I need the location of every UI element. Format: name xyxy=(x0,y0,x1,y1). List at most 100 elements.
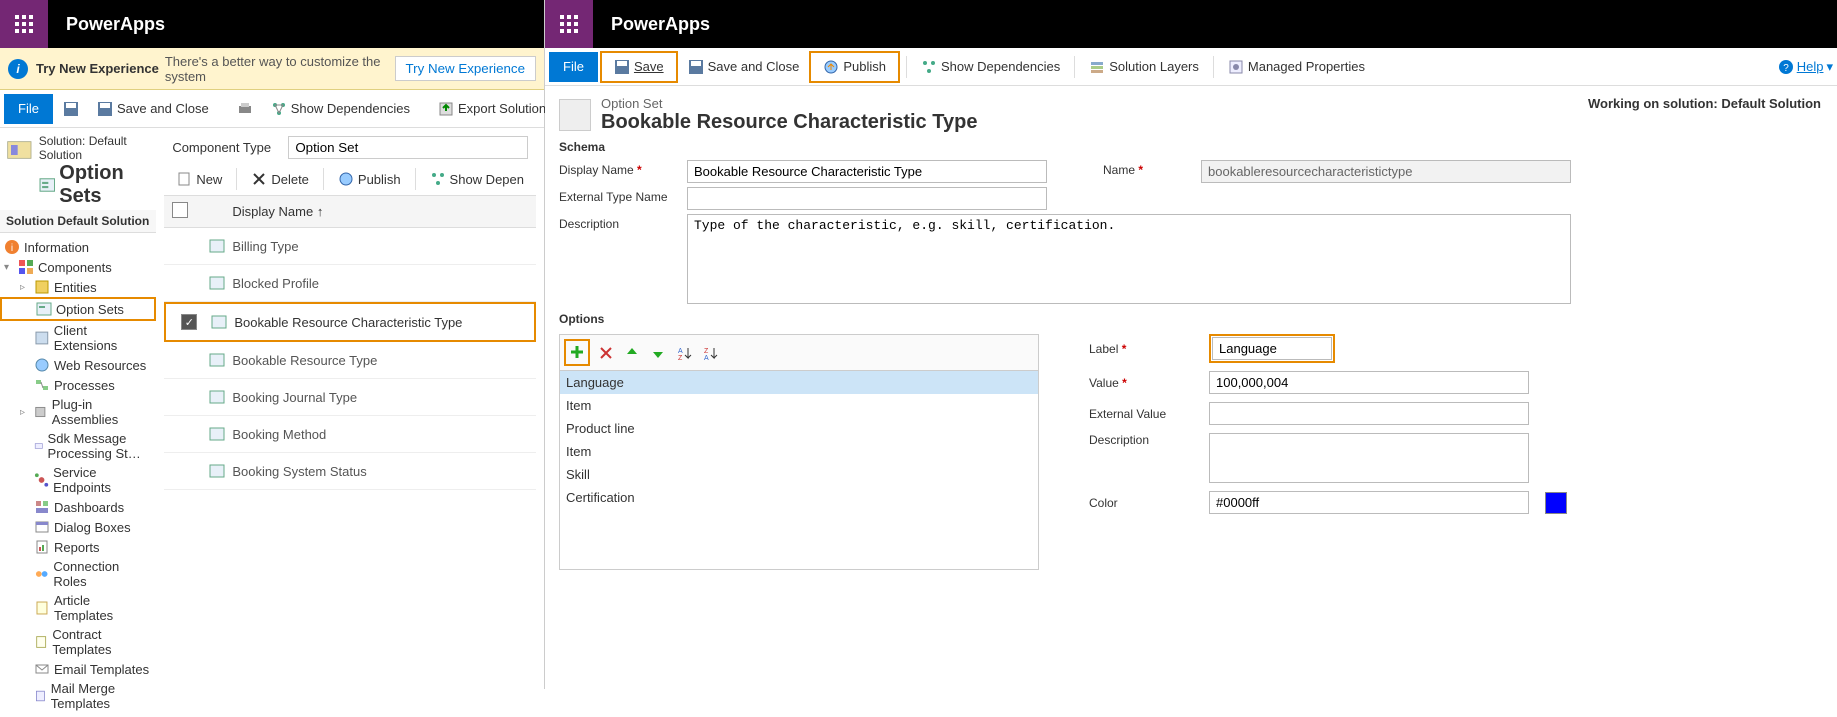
tree-service-endpoints[interactable]: Service Endpoints xyxy=(0,463,156,497)
option-row[interactable]: Certification xyxy=(560,486,1038,509)
sort-desc-button[interactable]: ZA xyxy=(700,343,720,363)
tree-entities[interactable]: ▹Entities xyxy=(0,277,156,297)
save-and-close-button[interactable]: Save and Close xyxy=(89,97,217,121)
option-row[interactable]: Language xyxy=(560,371,1038,394)
option-description-label: Description xyxy=(1089,433,1199,447)
color-swatch[interactable] xyxy=(1545,492,1567,514)
app-launcher-icon[interactable] xyxy=(545,0,593,48)
export-solution-button[interactable]: Export Solution xyxy=(430,97,554,121)
tree-email-templates[interactable]: Email Templates xyxy=(0,659,156,679)
save-close-label: Save and Close xyxy=(117,101,209,116)
options-toolbar: AZ ZA xyxy=(559,334,1039,370)
schema-form: Display Name * Name * External Type Name… xyxy=(559,154,1823,304)
solution-layers-button[interactable]: Solution Layers xyxy=(1081,55,1207,79)
sort-asc-button[interactable]: AZ xyxy=(674,343,694,363)
option-set-big-icon xyxy=(559,99,591,131)
display-name-input[interactable] xyxy=(687,160,1047,183)
option-row[interactable]: Skill xyxy=(560,463,1038,486)
tree-plugin-assemblies[interactable]: ▹Plug-in Assemblies xyxy=(0,395,156,429)
row-checkbox[interactable]: ✓ xyxy=(181,314,197,330)
option-value-input[interactable] xyxy=(1209,371,1529,394)
brand-label: PowerApps xyxy=(611,14,710,35)
options-list: Language Item Product line Item Skill Ce… xyxy=(559,370,1039,570)
file-button[interactable]: File xyxy=(549,52,598,82)
file-button[interactable]: File xyxy=(4,94,53,124)
publish-button[interactable]: Publish xyxy=(330,167,409,191)
grid-row[interactable]: Booking Journal Type xyxy=(164,379,536,416)
banner-title: Try New Experience xyxy=(36,61,159,76)
option-color-input[interactable] xyxy=(1209,491,1529,514)
component-type-label: Component Type xyxy=(172,140,282,155)
working-on-label: Working on solution: Default Solution xyxy=(1588,96,1821,111)
brand-label: PowerApps xyxy=(66,14,165,35)
grid-row-selected[interactable]: ✓Bookable Resource Characteristic Type xyxy=(164,302,536,342)
delete-option-button[interactable] xyxy=(596,343,616,363)
grid-toolbar: New Delete Publish Show Depen xyxy=(164,163,536,196)
tree-contract-templates[interactable]: Contract Templates xyxy=(0,625,156,659)
new-button[interactable]: New xyxy=(168,167,230,191)
save-icon-button[interactable] xyxy=(55,97,87,121)
grid-row[interactable]: Booking Method xyxy=(164,416,536,453)
option-row[interactable]: Item xyxy=(560,394,1038,417)
left-content: Solution: Default Solution Option Sets S… xyxy=(0,128,544,717)
svg-text:Z: Z xyxy=(678,355,683,361)
grid-row[interactable]: Billing Type xyxy=(164,228,536,265)
name-input xyxy=(1201,160,1571,183)
show-dependencies-button-grid[interactable]: Show Depen xyxy=(422,167,532,191)
solution-explorer: Solution: Default Solution Option Sets S… xyxy=(0,128,156,717)
move-up-button[interactable] xyxy=(622,343,642,363)
external-type-name-input[interactable] xyxy=(687,187,1047,210)
print-icon-button[interactable] xyxy=(229,97,261,121)
try-new-experience-button[interactable]: Try New Experience xyxy=(395,56,537,81)
option-external-value-input[interactable] xyxy=(1209,402,1529,425)
option-row[interactable]: Item xyxy=(560,440,1038,463)
tree-article-templates[interactable]: Article Templates xyxy=(0,591,156,625)
description-textarea[interactable]: Type of the characteristic, e.g. skill, … xyxy=(687,214,1571,304)
option-color-label: Color xyxy=(1089,496,1199,510)
show-dependencies-button[interactable]: Show Dependencies xyxy=(913,55,1068,79)
solution-header: Solution Default Solution xyxy=(0,210,156,233)
tree-web-resources[interactable]: Web Resources xyxy=(0,355,156,375)
move-down-button[interactable] xyxy=(648,343,668,363)
grid-row[interactable]: Blocked Profile xyxy=(164,265,536,302)
header-bar-left: PowerApps xyxy=(0,0,544,48)
delete-button[interactable]: Delete xyxy=(243,167,317,191)
grid-row[interactable]: Booking System Status xyxy=(164,453,536,490)
description-label: Description xyxy=(559,214,679,231)
tree-connection-roles[interactable]: Connection Roles xyxy=(0,557,156,591)
tree-option-sets[interactable]: Option Sets xyxy=(0,297,156,321)
save-button[interactable]: Save xyxy=(606,55,672,79)
grid-row[interactable]: Bookable Resource Type xyxy=(164,342,536,379)
select-all-checkbox[interactable] xyxy=(172,202,188,218)
tree-client-extensions[interactable]: Client Extensions xyxy=(0,321,156,355)
external-type-name-label: External Type Name xyxy=(559,187,679,204)
svg-text:Z: Z xyxy=(704,348,709,355)
tree-dashboards[interactable]: Dashboards xyxy=(0,497,156,517)
show-dependencies-button[interactable]: Show Dependencies xyxy=(263,97,418,121)
options-left-panel: AZ ZA Language Item Product line Item Sk… xyxy=(559,334,1039,570)
tree-reports[interactable]: Reports xyxy=(0,537,156,557)
managed-properties-button[interactable]: Managed Properties xyxy=(1220,55,1373,79)
svg-text:?: ? xyxy=(1783,63,1789,74)
help-link[interactable]: ?Help ▾ xyxy=(1778,59,1833,75)
tree-information[interactable]: iInformation xyxy=(0,237,156,257)
option-label-input[interactable] xyxy=(1212,337,1332,360)
tree-dialog-boxes[interactable]: Dialog Boxes xyxy=(0,517,156,537)
option-description-textarea[interactable] xyxy=(1209,433,1529,483)
tree-sdk-message[interactable]: Sdk Message Processing St… xyxy=(0,429,156,463)
app-launcher-icon[interactable] xyxy=(0,0,48,48)
add-option-button[interactable] xyxy=(567,342,587,362)
tree-processes[interactable]: Processes xyxy=(0,375,156,395)
grid-header: Display Name ↑ xyxy=(164,196,536,228)
options-section-label: Options xyxy=(559,312,1823,326)
svg-text:A: A xyxy=(678,348,683,355)
component-type-input[interactable] xyxy=(288,136,528,159)
tree-mail-merge-templates[interactable]: Mail Merge Templates xyxy=(0,679,156,713)
save-and-close-button[interactable]: Save and Close xyxy=(680,55,808,79)
tree-components[interactable]: ▾Components xyxy=(0,257,156,277)
schema-section-label: Schema xyxy=(559,140,1823,154)
grid-header-display-name[interactable]: Display Name ↑ xyxy=(232,204,528,219)
publish-button[interactable]: Publish xyxy=(815,55,894,79)
option-row[interactable]: Product line xyxy=(560,417,1038,440)
solution-tree: iInformation ▾Components ▹Entities Optio… xyxy=(0,233,156,717)
